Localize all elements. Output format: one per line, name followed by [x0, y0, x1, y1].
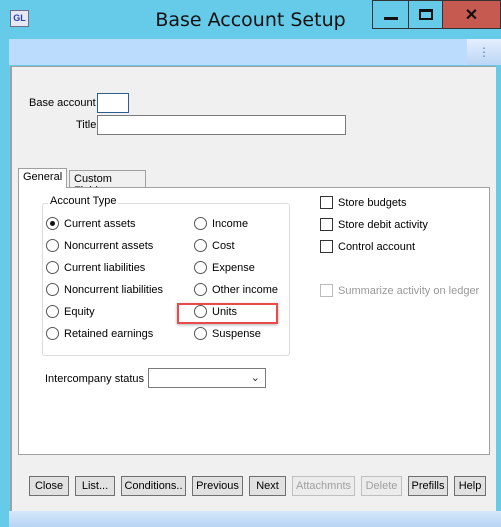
intercompany-status-label: Intercompany status	[45, 373, 145, 385]
radio-circle-icon	[46, 261, 59, 274]
radio-label: Suspense	[212, 327, 261, 340]
radio-label: Noncurrent assets	[64, 239, 154, 252]
radio-label: Other income	[212, 283, 279, 296]
radio-noncurrent-assets[interactable]: Noncurrent assets	[46, 239, 153, 252]
radio-equity[interactable]: Equity	[46, 305, 95, 318]
checkbox-box	[320, 284, 333, 297]
checkbox-label: Store debit activity	[338, 218, 428, 231]
prefills-button[interactable]: Prefills	[408, 476, 448, 496]
next-button[interactable]: Next	[249, 476, 286, 496]
list-button[interactable]: List...	[75, 476, 115, 496]
radio-label: Current liabilities	[64, 261, 146, 274]
maximize-icon	[418, 9, 433, 20]
tab-custom-fields[interactable]: Custom Fields	[69, 170, 146, 197]
radio-current-assets[interactable]: Current assets	[46, 217, 136, 230]
title-label: Title	[76, 119, 97, 131]
minimize-icon	[383, 17, 398, 20]
radio-label: Retained earnings	[64, 327, 154, 340]
status-bar	[9, 511, 501, 527]
base-account-input[interactable]	[97, 93, 129, 113]
delete-button[interactable]: Delete	[361, 476, 402, 496]
radio-label: Expense	[212, 261, 255, 274]
intercompany-status-select[interactable]: ⌄	[148, 368, 266, 388]
minimize-button[interactable]	[372, 0, 409, 29]
radio-label: Income	[212, 217, 249, 230]
units-highlight-box	[177, 303, 278, 324]
radio-circle-icon	[194, 261, 207, 274]
radio-circle-icon	[194, 217, 207, 230]
close-window-button[interactable]: ✕	[442, 0, 501, 29]
help-button[interactable]: Help	[454, 476, 486, 496]
radio-circle-icon	[194, 283, 207, 296]
toolbar-grip-icon[interactable]: ⋮	[467, 39, 501, 65]
attachmnts-button[interactable]: Attachmnts	[292, 476, 355, 496]
radio-income[interactable]: Income	[194, 217, 248, 230]
checkbox-store-budgets[interactable]: Store budgets	[320, 196, 407, 209]
checkbox-label: Control account	[338, 240, 416, 253]
radio-retained-earnings[interactable]: Retained earnings	[46, 327, 153, 340]
radio-noncurrent-liabilities[interactable]: Noncurrent liabilities	[46, 283, 163, 296]
checkbox-label: Summarize activity on ledger	[338, 284, 480, 297]
toolbar: ⋮	[9, 39, 501, 65]
checkbox-box	[320, 196, 333, 209]
checkbox-box	[320, 218, 333, 231]
radio-expense[interactable]: Expense	[194, 261, 255, 274]
radio-circle-icon	[46, 305, 59, 318]
radio-circle-icon	[194, 239, 207, 252]
checkbox-control-account[interactable]: Control account	[320, 240, 415, 253]
maximize-button[interactable]	[408, 0, 443, 29]
radio-cost[interactable]: Cost	[194, 239, 235, 252]
account-type-legend: Account Type	[48, 195, 119, 207]
radio-other-income[interactable]: Other income	[194, 283, 278, 296]
radio-circle-icon	[46, 283, 59, 296]
radio-circle-icon	[46, 327, 59, 340]
checkbox-summarize-activity-on-ledger[interactable]: Summarize activity on ledger	[320, 284, 479, 297]
radio-circle-icon	[46, 217, 59, 230]
radio-label: Equity	[64, 305, 95, 318]
radio-label: Current assets	[64, 217, 136, 230]
checkbox-store-debit-activity[interactable]: Store debit activity	[320, 218, 428, 231]
radio-circle-icon	[194, 327, 207, 340]
tab-general[interactable]: General	[18, 168, 68, 188]
base-account-label: Base account	[29, 97, 96, 109]
title-input[interactable]	[97, 115, 346, 135]
radio-label: Noncurrent liabilities	[64, 283, 164, 296]
checkbox-label: Store budgets	[338, 196, 407, 209]
radio-circle-icon	[46, 239, 59, 252]
chevron-down-icon: ⌄	[250, 372, 260, 384]
close-button[interactable]: Close	[29, 476, 69, 496]
radio-current-liabilities[interactable]: Current liabilities	[46, 261, 145, 274]
conditions-button[interactable]: Conditions..	[121, 476, 186, 496]
previous-button[interactable]: Previous	[192, 476, 243, 496]
checkbox-box	[320, 240, 333, 253]
radio-suspense[interactable]: Suspense	[194, 327, 261, 340]
close-icon: ✕	[464, 6, 479, 24]
title-bar: GL Base Account Setup ✕	[0, 0, 501, 38]
radio-label: Cost	[212, 239, 235, 252]
